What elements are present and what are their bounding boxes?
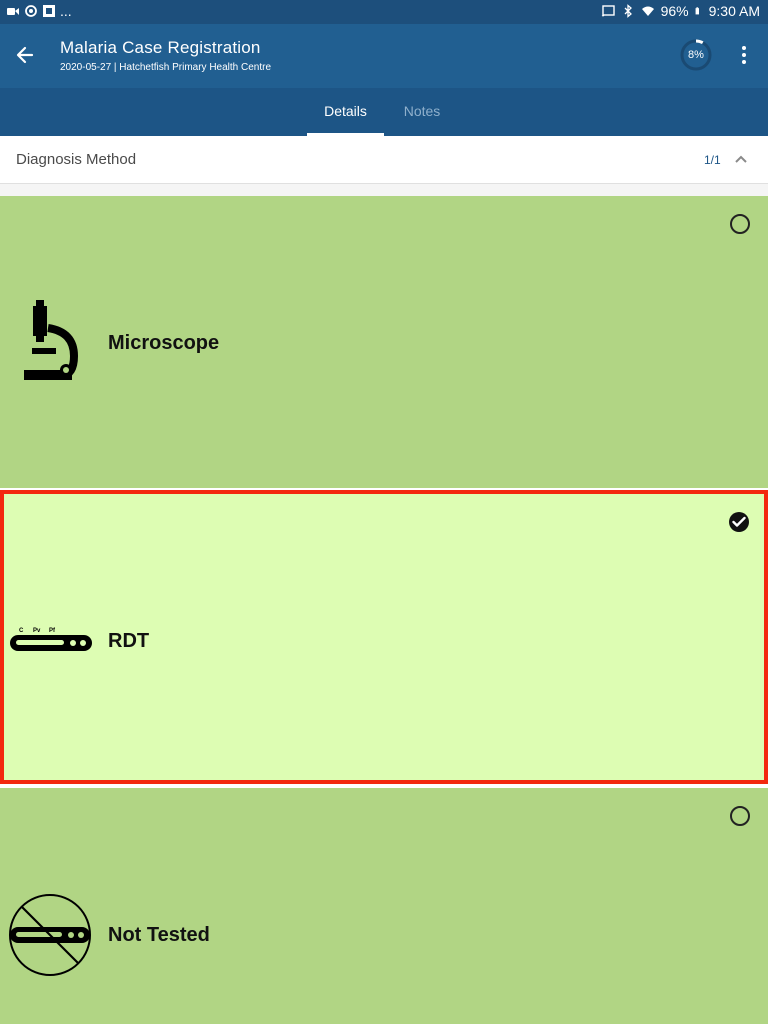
page-subtitle: 2020-05-27 | Hatchetfish Primary Health …	[60, 62, 272, 73]
battery-percent: 96%	[660, 3, 689, 19]
section-title: Diagnosis Method	[16, 151, 137, 168]
rdt-strip-icon: C Pv Pf	[10, 628, 92, 651]
rdt-mark-c: C	[19, 628, 24, 634]
section-header-diagnosis-method[interactable]: Diagnosis Method 1/1	[0, 136, 768, 184]
page-title: Malaria Case Registration	[60, 38, 261, 57]
option-not-tested[interactable]: Not Tested	[0, 788, 768, 1024]
tab-bar: Details Notes	[0, 88, 768, 136]
status-right-icons: 96% 9:30 AM	[601, 3, 760, 19]
microscope-icon	[24, 300, 78, 380]
option-label: RDT	[108, 630, 150, 652]
status-bar: ... 96% 9:30 AM	[0, 0, 768, 24]
option-microscope[interactable]: Microscope	[0, 196, 768, 488]
more-options-button[interactable]	[730, 40, 758, 70]
cast-icon	[601, 5, 615, 17]
radio-unchecked-icon[interactable]	[730, 214, 750, 234]
video-icon	[7, 8, 19, 15]
more-vert-icon	[742, 46, 746, 50]
completion-progress: 8%	[680, 39, 712, 71]
option-label: Not Tested	[108, 924, 210, 946]
clock: 9:30 AM	[708, 3, 760, 19]
battery-icon	[695, 7, 699, 15]
arrow-back-icon	[16, 46, 34, 64]
option-rdt[interactable]: C Pv Pf RDT	[0, 490, 768, 784]
section-divider	[0, 184, 768, 196]
bluetooth-icon	[624, 4, 632, 18]
not-tested-icon	[9, 894, 91, 976]
radio-unchecked-icon[interactable]	[730, 806, 750, 826]
app-bar: Malaria Case Registration 2020-05-27 | H…	[0, 24, 768, 88]
back-button[interactable]	[10, 40, 40, 70]
tab-notes[interactable]: Notes	[390, 88, 454, 136]
radio-checked-icon[interactable]	[729, 512, 749, 532]
tab-details[interactable]: Details	[307, 88, 384, 136]
option-label: Microscope	[108, 332, 220, 354]
wifi-icon	[641, 6, 654, 16]
status-more-text: ...	[60, 3, 72, 19]
chevron-up-icon[interactable]	[733, 151, 749, 167]
section-count: 1/1	[704, 153, 721, 167]
progress-percent: 8%	[688, 49, 704, 61]
rdt-mark-pf: Pf	[49, 628, 56, 634]
status-left-icons: ...	[6, 3, 72, 19]
app-notification-icon	[43, 5, 55, 17]
sync-icon	[25, 5, 37, 17]
rdt-mark-pv: Pv	[33, 628, 41, 634]
